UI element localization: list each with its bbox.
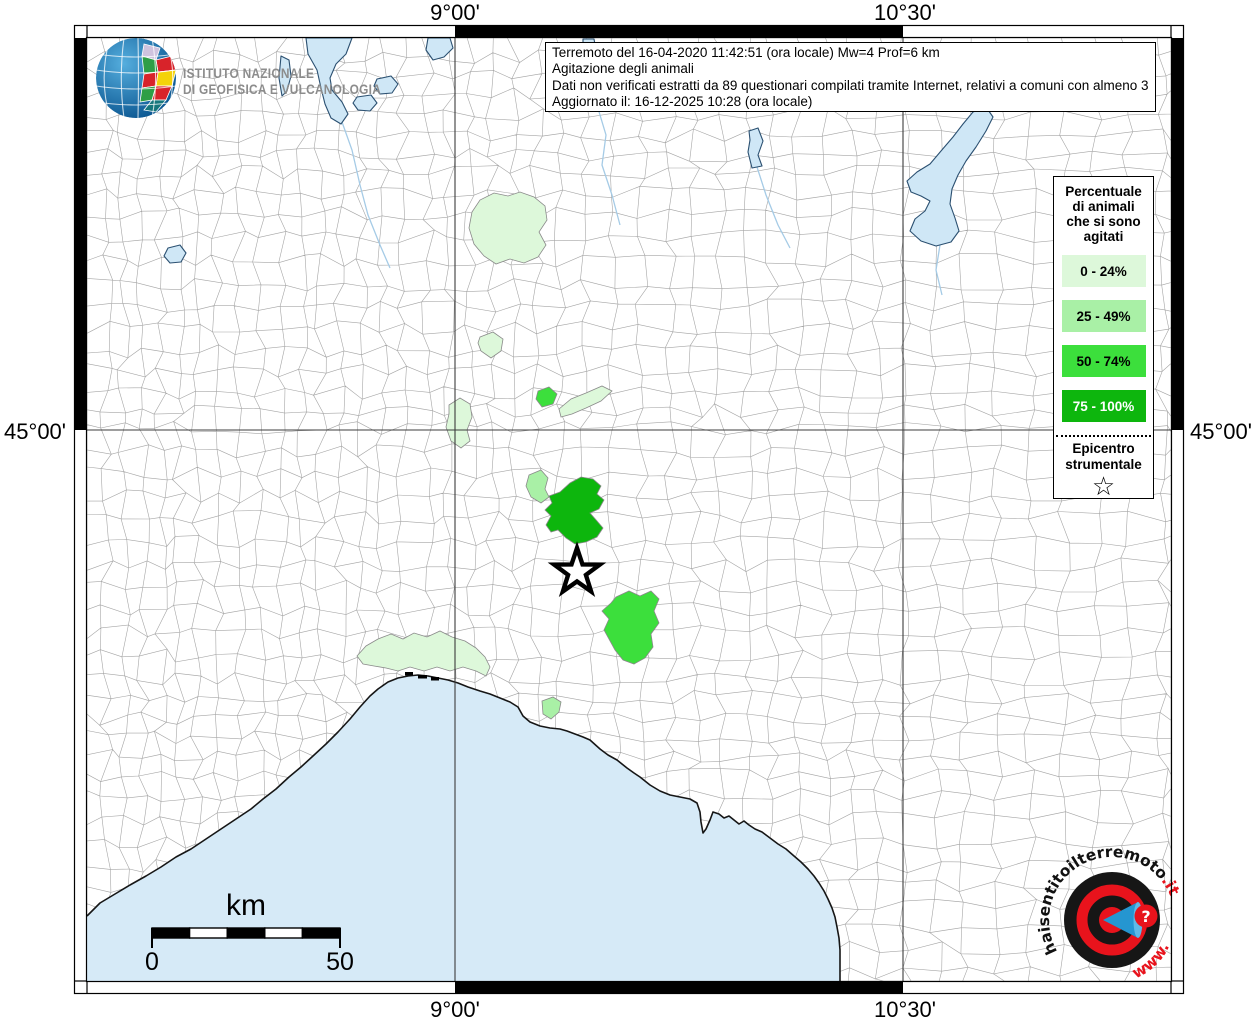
- event-subtitle: Agitazione degli animali: [552, 61, 694, 77]
- ingv-line2: DI GEOFISICA E VULCANOLOGIA: [183, 81, 382, 97]
- legend-title: Percentuale di animali che si sono agita…: [1065, 184, 1142, 244]
- legend-epicenter-label: Epicentro strumentale: [1065, 441, 1142, 472]
- legend-item-3: 75 - 100%: [1061, 390, 1146, 422]
- scale-bar-segment: [301, 927, 341, 939]
- scale-bar-unit: km: [226, 889, 266, 922]
- legend-item-1: 25 - 49%: [1061, 300, 1146, 332]
- scale-bar-end: 50: [326, 948, 354, 976]
- axis-label-right: 45°00': [1190, 419, 1252, 444]
- scale-bar-start: 0: [145, 948, 159, 976]
- legend-swatches: 0 - 24% 25 - 49% 50 - 74% 75 - 100%: [1054, 255, 1153, 422]
- logo-question-mark: ?: [1141, 907, 1150, 926]
- scale-bar-segment: [226, 927, 266, 939]
- map-page: km 0 50? haisentitoilterremoto.it www. 9°00'…: [0, 0, 1256, 1024]
- event-data-note: Dati non verificati estratti da 89 quest…: [552, 77, 1149, 93]
- earthquake-map-canvas: km0 50?haisentitoilterremoto.itwww.: [73, 24, 1185, 995]
- scale-bar-segment: [151, 927, 191, 939]
- legend-item-2: 50 - 74%: [1061, 345, 1146, 377]
- axis-label-top-right: 10°30': [874, 0, 936, 25]
- frame-black-segment: [1171, 38, 1184, 430]
- ingv-globe-icon: [96, 38, 176, 118]
- axis-label-top-left: 9°00': [430, 0, 480, 25]
- legend-item-0: 0 - 24%: [1061, 255, 1146, 287]
- scale-bar-segment: [188, 927, 228, 939]
- frame-black-segment: [74, 38, 87, 430]
- legend-separator: [1056, 435, 1151, 437]
- axis-label-bottom-right: 10°30': [874, 997, 936, 1022]
- event-title: Terremoto del 16-04-2020 11:42:51 (ora l…: [552, 45, 940, 60]
- scale-bar-segment: [264, 927, 304, 939]
- epicenter-star-icon: ☆: [1091, 471, 1116, 501]
- ingv-logo-text: ISTITUTO NAZIONALE DI GEOFISICA E VULCAN…: [183, 66, 381, 97]
- event-info-box: Terremoto del 16-04-2020 11:42:51 (ora l…: [545, 42, 1156, 112]
- genova-port-mark: [405, 672, 413, 676]
- frame-black-segment: [455, 981, 903, 994]
- genova-port-mark: [418, 675, 427, 679]
- legend-box: Percentuale di animali che si sono agita…: [1053, 176, 1154, 499]
- axis-label-left: 45°00': [4, 419, 66, 444]
- ingv-line1: ISTITUTO NAZIONALE: [183, 66, 315, 81]
- lake-iseo: [747, 127, 764, 169]
- frame-black-segment: [455, 25, 903, 38]
- axis-label-bottom-left: 9°00': [430, 997, 480, 1022]
- event-updated: Aggiornato il: 16-12-2025 10:28 (ora loc…: [552, 94, 813, 110]
- genova-port-mark: [431, 677, 439, 681]
